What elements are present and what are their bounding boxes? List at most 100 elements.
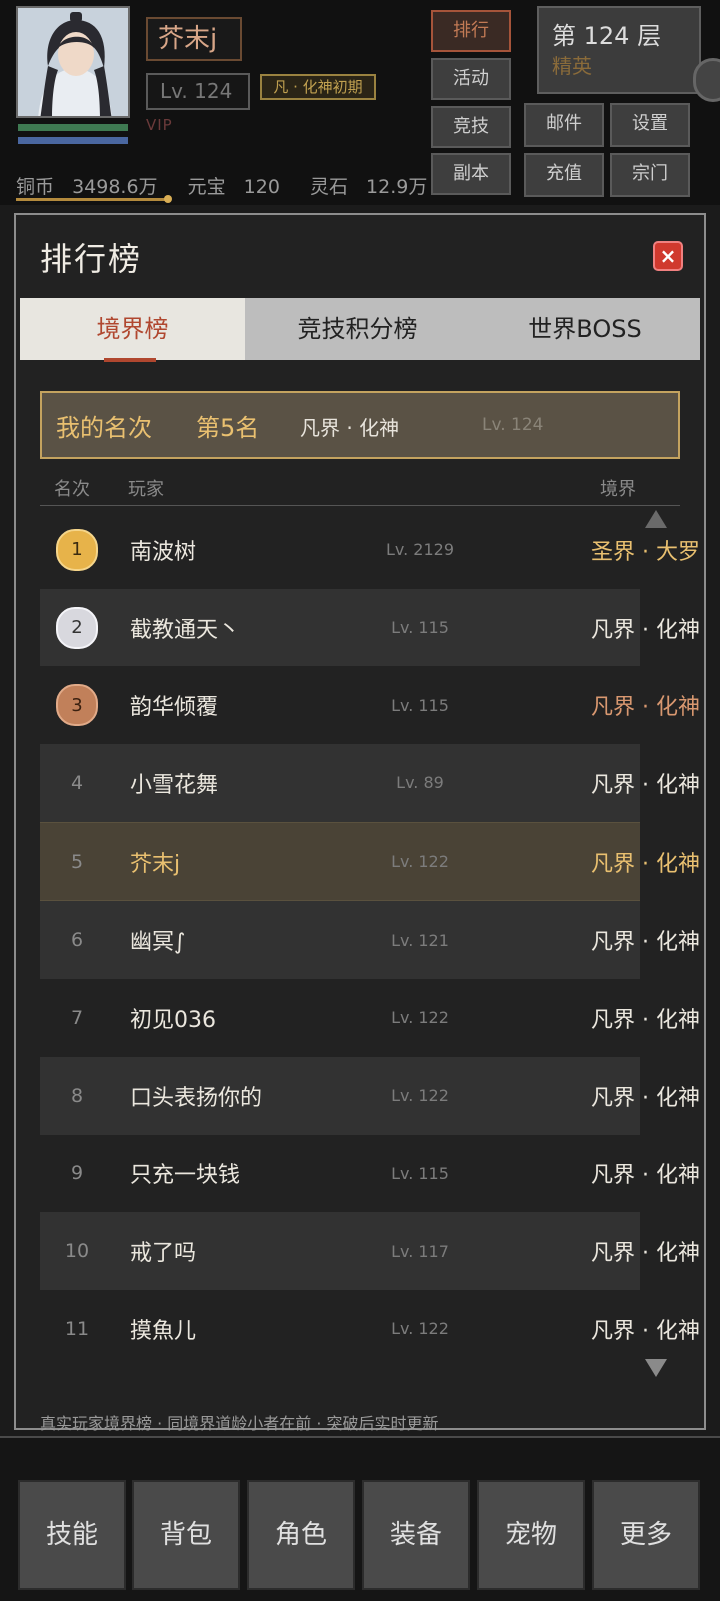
- rank-cell: 9: [70, 1162, 84, 1185]
- currency-label: 铜币: [16, 176, 55, 198]
- my-rank-label: 我的名次: [56, 414, 152, 442]
- tab-realm-rank[interactable]: 境界榜: [20, 298, 245, 360]
- arena-button[interactable]: 竞技: [431, 106, 511, 148]
- player-name-cell: 初见036: [130, 1007, 216, 1033]
- leaderboard-row[interactable]: 4 小雪花舞 Lv. 89 凡界 · 化神: [40, 744, 700, 822]
- currency-label: 元宝: [187, 176, 226, 198]
- player-realm-cell: 凡界 · 化神: [591, 1085, 700, 1111]
- rank-cell: 6: [70, 929, 84, 952]
- player-realm-cell: 凡界 · 化神: [591, 930, 700, 956]
- copper-coin: 铜币 3498.6万: [16, 176, 170, 198]
- nav-more[interactable]: 更多: [592, 1480, 700, 1590]
- player-name-cell: 小雪花舞: [130, 772, 219, 798]
- player-realm-cell: 圣界 · 大罗: [591, 539, 700, 565]
- panel-title: 排行榜: [40, 240, 143, 278]
- floor-number: 第 124 层: [552, 22, 662, 50]
- player-level-cell: Lv. 115: [391, 618, 449, 638]
- rank-cell: 3: [40, 666, 114, 744]
- player-name-cell: 戒了吗: [130, 1241, 197, 1267]
- nav-equipment[interactable]: 装备: [362, 1480, 470, 1590]
- player-realm-cell: 凡界 · 化神: [591, 1163, 700, 1189]
- leaderboard-row[interactable]: 10 戒了吗 Lv. 117 凡界 · 化神: [40, 1212, 700, 1290]
- leaderboard-row[interactable]: 8 口头表扬你的 Lv. 122 凡界 · 化神: [40, 1056, 700, 1135]
- leaderboard-row[interactable]: 6 幽冥∫ Lv. 121 凡界 · 化神: [40, 901, 700, 980]
- spirit-stone: 灵石 12.9万: [310, 176, 439, 198]
- close-icon[interactable]: ×: [653, 241, 683, 271]
- rank-cell: 5: [70, 850, 84, 873]
- avatar-portrait: [18, 8, 128, 116]
- my-rank-realm: 凡界 · 化神: [300, 416, 400, 440]
- tab-arena-points[interactable]: 竞技积分榜: [245, 298, 470, 360]
- leaderboard-row[interactable]: 3 韵华倾覆 Lv. 115 凡界 · 化神: [40, 666, 700, 744]
- recharge-button[interactable]: 充值: [524, 153, 604, 197]
- leaderboard-row[interactable]: 11 摸魚儿 Lv. 122 凡界 · 化神: [40, 1290, 700, 1368]
- activity-button[interactable]: 活动: [431, 58, 511, 100]
- player-level-cell: Lv. 122: [391, 1008, 449, 1028]
- yuanbao: 元宝 120: [188, 176, 292, 198]
- rank-cell: 7: [70, 1006, 84, 1029]
- hp-bar: [18, 124, 128, 131]
- nav-pets[interactable]: 宠物: [477, 1480, 585, 1590]
- player-name-cell: 韵华倾覆: [130, 695, 219, 721]
- rank-cell: 10: [64, 1240, 90, 1263]
- header-divider: [40, 505, 680, 506]
- currency-label: 灵石: [309, 176, 348, 198]
- floor-difficulty: 精英: [552, 54, 592, 78]
- player-name-cell: 截教通天丶: [130, 617, 241, 643]
- nav-skills[interactable]: 技能: [18, 1480, 126, 1590]
- rank-cell: 8: [70, 1084, 84, 1107]
- nav-backpack[interactable]: 背包: [132, 1480, 240, 1590]
- player-level: Lv. 124: [146, 73, 250, 110]
- player-avatar[interactable]: [16, 6, 130, 118]
- player-name-cell: 口头表扬你的: [130, 1085, 263, 1111]
- my-rank-value: 第5名: [196, 414, 260, 442]
- leaderboard-list: 1 南波树 Lv. 2129 圣界 · 大罗 2 截教通天丶 Lv. 115 凡…: [40, 511, 700, 1368]
- player-realm-cell: 凡界 · 化神: [591, 1007, 700, 1033]
- tab-world-boss[interactable]: 世界BOSS: [470, 298, 700, 360]
- scroll-down-icon[interactable]: [645, 1359, 667, 1377]
- player-realm-tag: 凡 · 化神初期: [260, 74, 376, 100]
- sect-button[interactable]: 宗门: [610, 153, 690, 197]
- player-name-cell: 幽冥∫: [130, 930, 186, 956]
- leaderboard-row-self[interactable]: 5 芥末j Lv. 122 凡界 · 化神: [40, 821, 700, 902]
- active-tab-indicator: [104, 358, 156, 362]
- player-name-cell: 南波树: [130, 539, 197, 565]
- header-realm: 境界: [600, 479, 636, 500]
- rank-cell: 2: [40, 589, 114, 667]
- bronze-medal-icon: 3: [56, 684, 98, 727]
- currency-bar: 铜币 3498.6万 元宝 120 灵石 12.9万: [16, 172, 451, 199]
- settings-button[interactable]: 设置: [610, 103, 690, 147]
- player-realm-cell: 凡界 · 化神: [591, 617, 700, 643]
- vip-badge[interactable]: VIP: [146, 116, 173, 134]
- leaderboard-footnote: 真实玩家境界榜 · 同境界道龄小者在前 · 突破后实时更新: [40, 1414, 439, 1433]
- player-realm-cell: 凡界 · 化神: [591, 1241, 700, 1267]
- player-realm-cell: 凡界 · 化神: [591, 772, 700, 798]
- currency-value: 120: [243, 176, 280, 198]
- player-realm-cell: 凡界 · 化神: [591, 695, 700, 721]
- currency-value: 12.9万: [366, 176, 428, 198]
- exp-progress-knob: [164, 195, 172, 203]
- rank-button[interactable]: 排行: [431, 10, 511, 52]
- leaderboard-row[interactable]: 1 南波树 Lv. 2129 圣界 · 大罗: [40, 511, 700, 589]
- mp-bar: [18, 137, 128, 144]
- mail-button[interactable]: 邮件: [524, 103, 604, 147]
- silver-medal-icon: 2: [56, 606, 98, 649]
- rank-cell: 1: [40, 511, 114, 589]
- gold-medal-icon: 1: [56, 528, 98, 571]
- nav-character[interactable]: 角色: [247, 1480, 355, 1590]
- player-level-cell: Lv. 122: [391, 852, 449, 872]
- exp-progress-bar: [16, 198, 171, 201]
- player-level-cell: Lv. 121: [391, 930, 449, 950]
- player-level-cell: Lv. 89: [396, 773, 444, 793]
- player-name-cell: 摸魚儿: [130, 1318, 197, 1344]
- player-name-cell: 只充一块钱: [130, 1163, 241, 1189]
- player-level-cell: Lv. 2129: [385, 540, 455, 560]
- currency-value: 3498.6万: [72, 176, 158, 198]
- leaderboard-row[interactable]: 2 截教通天丶 Lv. 115 凡界 · 化神: [40, 588, 700, 667]
- dungeon-button[interactable]: 副本: [431, 153, 511, 195]
- leaderboard-row[interactable]: 7 初见036 Lv. 122 凡界 · 化神: [40, 979, 700, 1057]
- player-name-cell: 芥末j: [130, 851, 181, 877]
- player-level-cell: Lv. 122: [391, 1319, 449, 1339]
- player-realm-cell: 凡界 · 化神: [591, 851, 700, 877]
- leaderboard-row[interactable]: 9 只充一块钱 Lv. 115 凡界 · 化神: [40, 1135, 700, 1213]
